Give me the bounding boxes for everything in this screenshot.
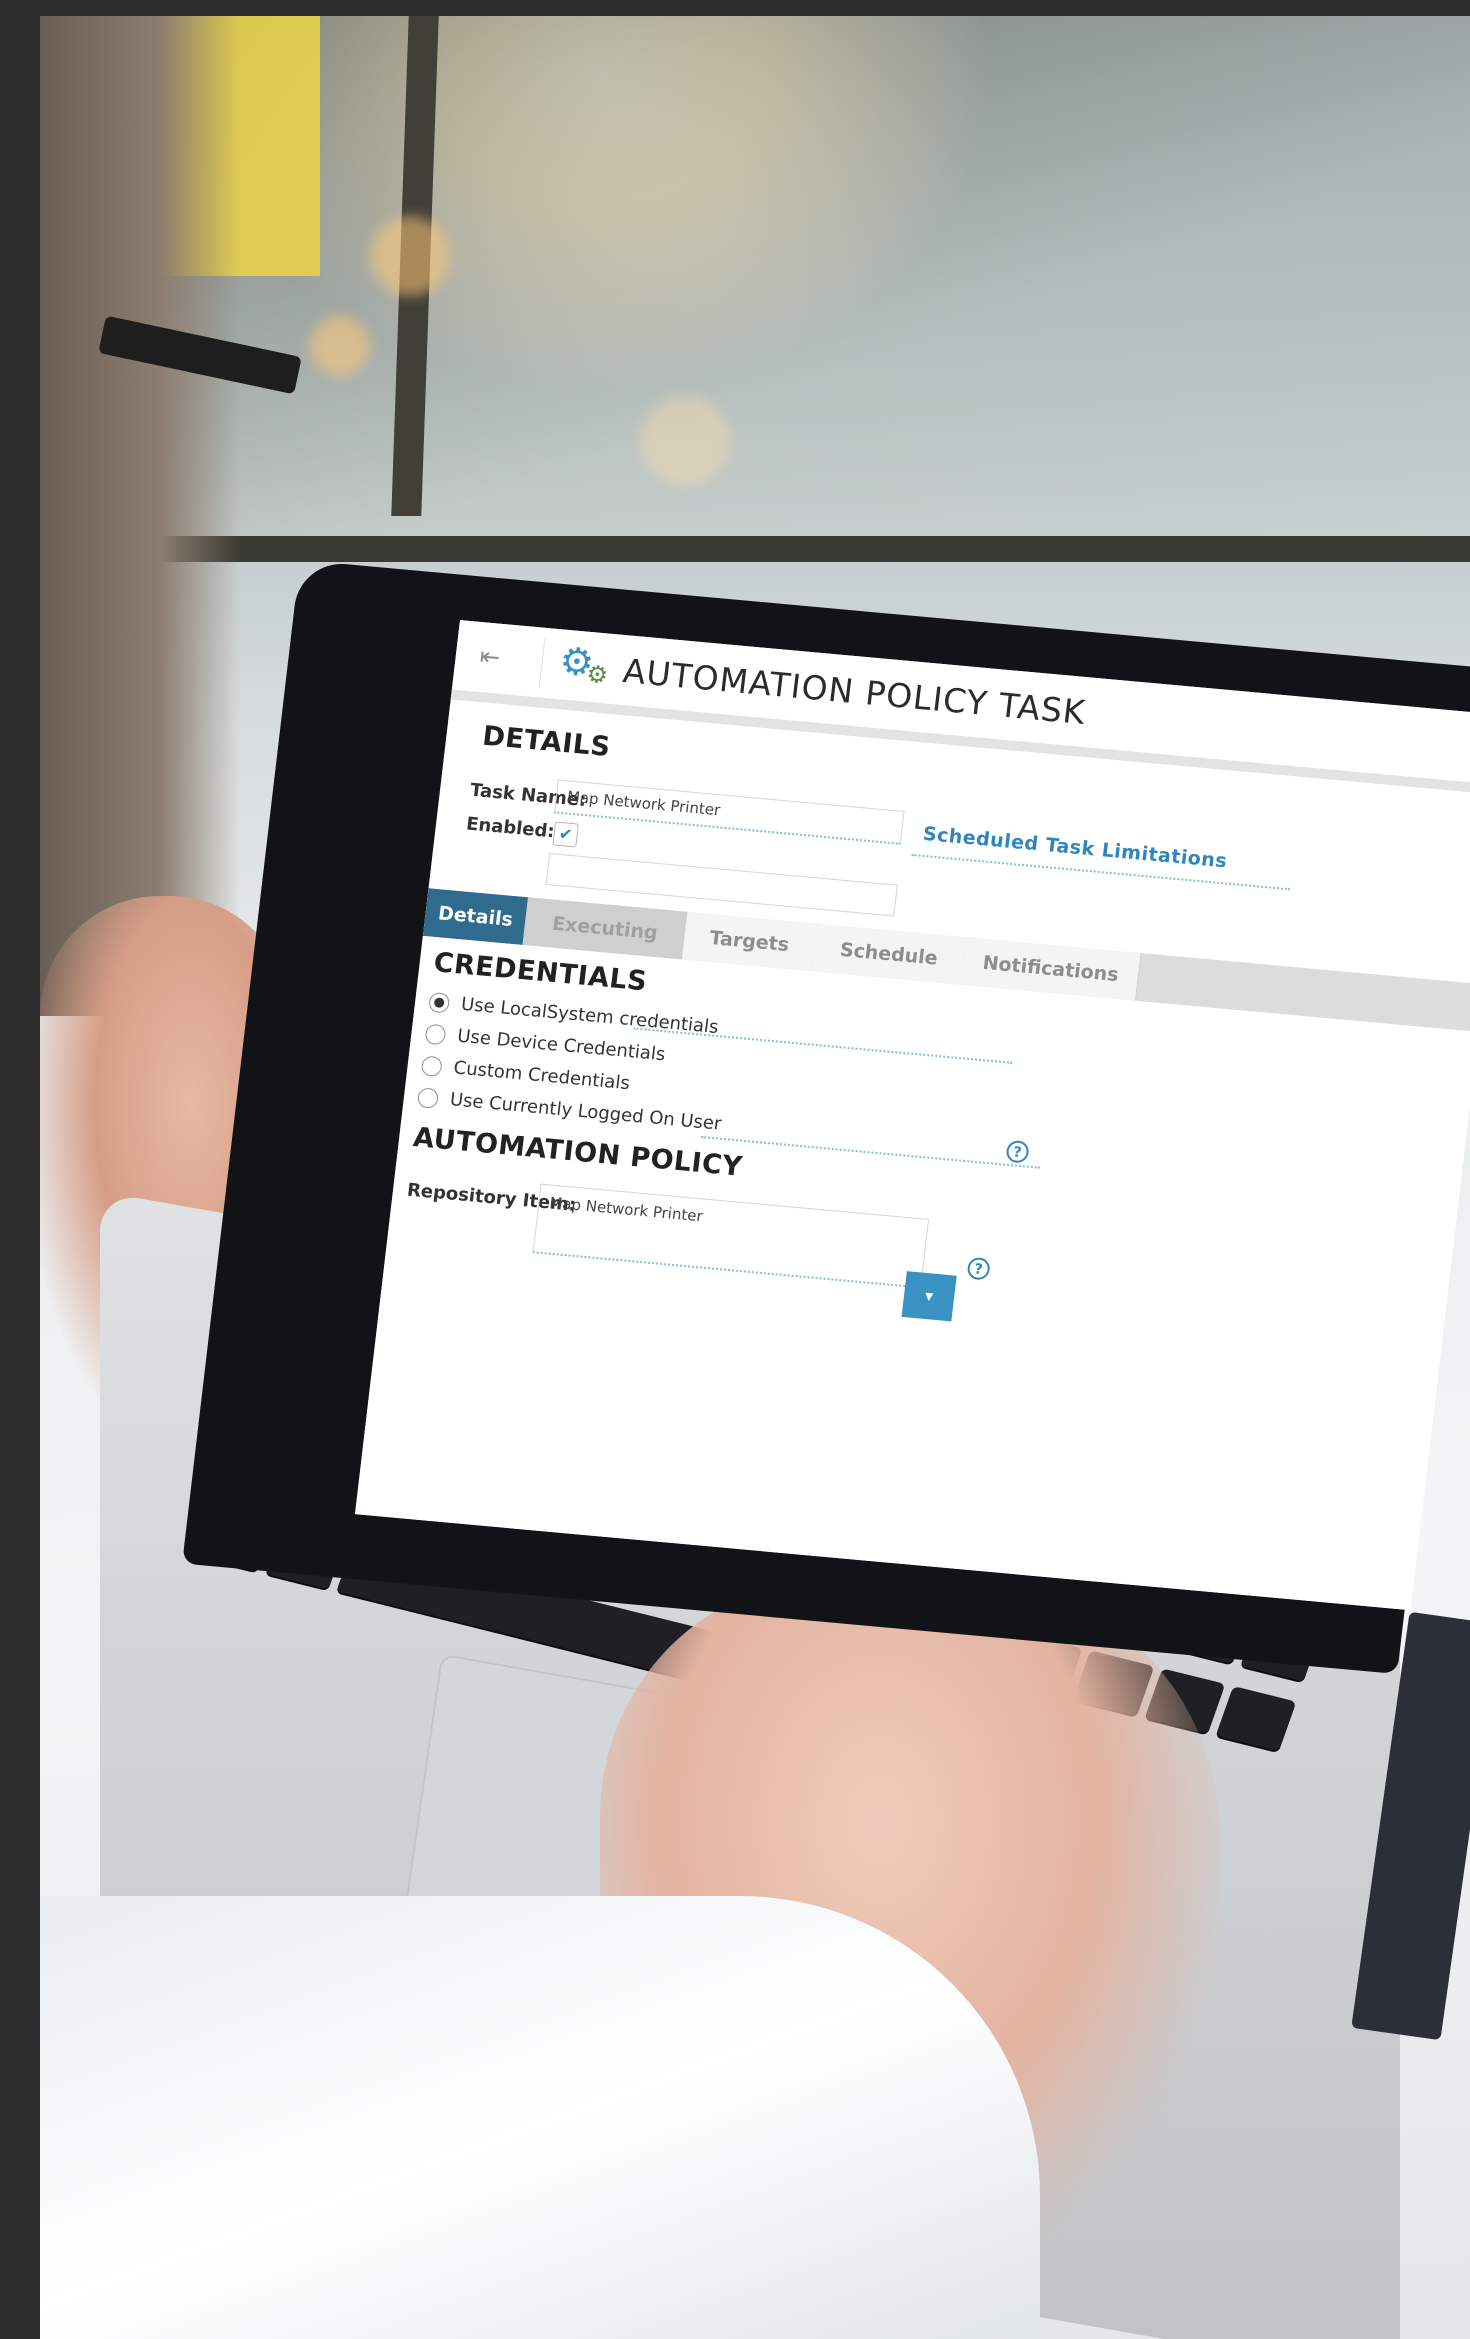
- laptop-screen: ⇤ ⚙ ⚙ AUTOMATION POLICY TASK DETAILS Tas…: [354, 620, 1470, 1611]
- window-frame: [130, 16, 1470, 562]
- enabled-label: Enabled:: [465, 813, 556, 843]
- help-icon[interactable]: ?: [1005, 1139, 1030, 1164]
- bokeh-light: [310, 316, 370, 376]
- radio-button[interactable]: [416, 1086, 440, 1109]
- enabled-checkbox[interactable]: ✔: [552, 821, 580, 848]
- shirt-sleeve: [40, 1896, 1040, 2339]
- person-head: [40, 16, 240, 1016]
- checkmark-icon: ✔: [557, 823, 574, 845]
- radio-button[interactable]: [424, 1023, 447, 1045]
- field-separator: [701, 1135, 1040, 1169]
- gear-icon: ⚙: [584, 659, 610, 690]
- header-divider: [538, 637, 546, 688]
- credential-option-label: Custom Credentials: [452, 1057, 631, 1095]
- gears-icon: ⚙ ⚙: [557, 638, 618, 692]
- dropdown-toggle[interactable]: ▾: [901, 1271, 957, 1322]
- credentials-panel: CREDENTIALS Use LocalSystem credentials …: [354, 935, 1470, 1611]
- repository-item-select[interactable]: Map Network Printer: [532, 1183, 930, 1289]
- scheduled-task-limitations-link[interactable]: Scheduled Task Limitations: [922, 823, 1229, 873]
- field-separator: [633, 1027, 1013, 1064]
- bokeh-light: [370, 216, 450, 296]
- radio-button[interactable]: [428, 991, 451, 1014]
- chevron-down-icon: ▾: [924, 1286, 935, 1306]
- menu-collapse-icon[interactable]: ⇤: [478, 642, 522, 672]
- task-name-input[interactable]: Map Network Printer: [554, 779, 905, 845]
- radio-button[interactable]: [420, 1054, 443, 1077]
- credentials-heading: CREDENTIALS: [432, 947, 649, 998]
- details-heading: DETAILS: [480, 720, 613, 764]
- bokeh-light: [640, 396, 730, 486]
- help-icon[interactable]: ?: [966, 1256, 991, 1281]
